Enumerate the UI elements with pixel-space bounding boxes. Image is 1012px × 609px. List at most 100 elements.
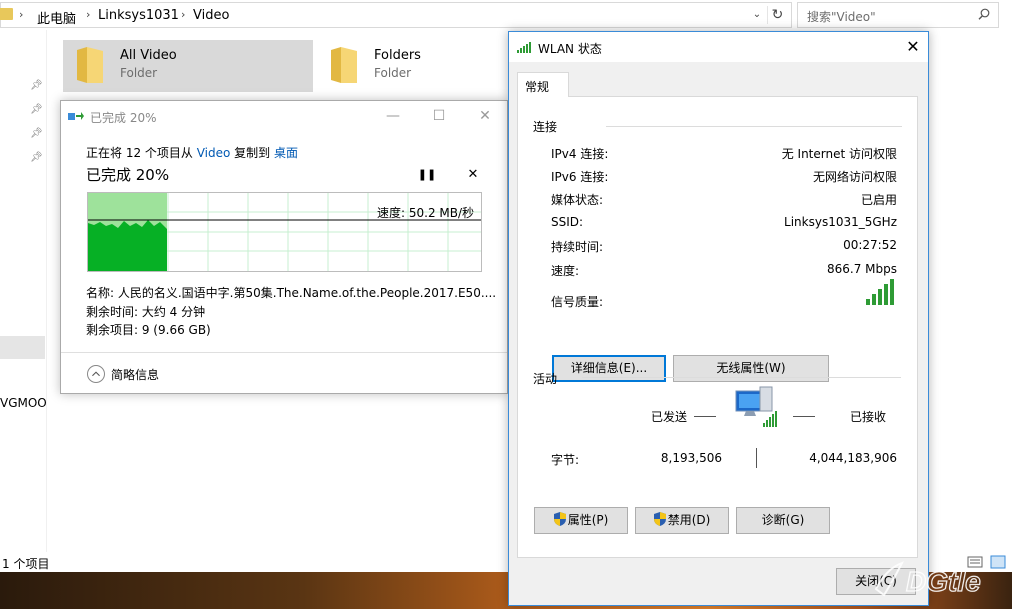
general-tab-panel: 连接 IPv4 连接: 无 Internet 访问权限 IPv6 连接: 无网络… xyxy=(517,96,918,558)
signal-strength-icon xyxy=(866,279,894,305)
disable-button[interactable]: 禁用(D) xyxy=(635,507,729,534)
time-remaining: 剩余时间: 大约 4 分钟 xyxy=(86,305,206,319)
ipv6-value: 无网络访问权限 xyxy=(812,170,897,184)
diagnose-button[interactable]: 诊断(G) xyxy=(736,507,830,534)
media-state-label: 媒体状态: xyxy=(551,193,604,207)
folder-tile-all-video[interactable]: All Video Folder xyxy=(63,40,313,92)
copy-progress-dialog: 已完成 20% — ☐ ✕ 正在将 12 个项目从 Video 复制到 桌面 已… xyxy=(60,100,508,394)
copy-icon xyxy=(68,112,84,120)
minimize-icon[interactable]: — xyxy=(378,105,408,127)
breadcrumb-separator-icon: › xyxy=(181,8,186,21)
breadcrumb-video[interactable]: Video xyxy=(193,8,229,23)
speed-value: 866.7 Mbps xyxy=(826,262,897,276)
divider xyxy=(694,416,716,417)
pin-icon[interactable]: 📌︎ xyxy=(30,104,43,116)
folder-name: Folders xyxy=(374,48,421,63)
pin-icon[interactable]: 📌︎ xyxy=(30,152,43,164)
dialog-title: 已完成 20% xyxy=(90,111,157,125)
ipv4-label: IPv4 连接: xyxy=(551,147,609,161)
dialog-titlebar[interactable]: 已完成 20% — ☐ ✕ xyxy=(61,101,507,131)
search-input[interactable]: 搜索"Video" xyxy=(797,2,999,28)
chevron-down-icon[interactable]: ⌄ xyxy=(749,7,765,23)
nav-item-selected[interactable] xyxy=(0,336,45,359)
ipv4-value: 无 Internet 访问权限 xyxy=(781,147,897,161)
desc-text: 复制到 xyxy=(230,146,274,160)
duration-value: 00:27:52 xyxy=(843,238,897,252)
signal-bar xyxy=(872,294,876,305)
folder-type: Folder xyxy=(120,66,158,80)
ssid-value: Linksys1031_5GHz xyxy=(784,215,897,229)
signal-quality-label: 信号质量: xyxy=(551,295,604,309)
folder-type: Folder xyxy=(374,66,412,80)
items-remaining: 剩余项目: 9 (9.66 GB) xyxy=(86,323,211,337)
fewer-details-button[interactable]: 简略信息 xyxy=(111,366,159,383)
dialog-title: WLAN 状态 xyxy=(538,42,602,56)
pin-icon[interactable]: 📌︎ xyxy=(30,128,43,140)
ssid-label: SSID: xyxy=(551,215,584,229)
desc-text: 正在将 12 个项目从 xyxy=(86,146,197,160)
signal-bar xyxy=(866,299,870,305)
breadcrumb-linksys[interactable]: Linksys1031 xyxy=(98,8,179,23)
divider xyxy=(793,416,815,417)
signal-bar xyxy=(890,279,894,305)
copy-description: 正在将 12 个项目从 Video 复制到 桌面 xyxy=(86,144,298,161)
pin-icon[interactable]: 📌︎ xyxy=(30,80,43,92)
dialog-titlebar[interactable]: WLAN 状态 ✕ xyxy=(509,32,928,62)
nav-item-label[interactable]: VGMOO xyxy=(0,396,46,410)
disable-label: 禁用(D) xyxy=(667,513,711,527)
folder-icon xyxy=(77,47,103,83)
breadcrumb-separator-icon: › xyxy=(86,8,91,21)
signal-bar xyxy=(878,289,882,305)
throughput-area xyxy=(88,220,167,271)
breadcrumb-this-pc[interactable]: 此电脑 xyxy=(37,8,76,27)
folder-icon xyxy=(331,47,357,83)
signal-bar xyxy=(884,284,888,305)
dialog-footer: 简略信息 xyxy=(61,352,507,393)
watermark-text: DGtle xyxy=(906,566,981,597)
wlan-status-dialog: WLAN 状态 ✕ 常规 连接 IPv4 连接: 无 Internet 访问权限… xyxy=(508,31,929,606)
chevron-up-icon[interactable] xyxy=(87,365,105,383)
media-state-value: 已启用 xyxy=(860,193,897,207)
divider xyxy=(606,126,902,127)
file-name-line: 名称: 人民的名义.国语中字.第50集.The.Name.of.the.Peop… xyxy=(86,286,497,300)
divider xyxy=(582,377,901,378)
sent-label: 已发送 xyxy=(651,410,688,424)
address-bar[interactable]: › 此电脑 › Linksys1031 › Video ⌄ ↻ xyxy=(0,2,792,28)
watermark-logo: DGtle xyxy=(874,561,981,598)
duration-label: 持续时间: xyxy=(551,240,604,254)
breadcrumb-separator-icon: › xyxy=(19,8,24,21)
bytes-sent: 8,193,506 xyxy=(660,451,722,465)
progress-label: 已完成 20% xyxy=(86,166,170,184)
search-placeholder: 搜索"Video" xyxy=(807,10,876,24)
tab-label: 常规 xyxy=(525,80,550,94)
transfer-speed: 速度: 50.2 MB/秒 xyxy=(377,206,475,220)
speed-label: 速度: xyxy=(551,264,580,278)
properties-label: 属性(P) xyxy=(567,513,609,527)
tab-general[interactable]: 常规 xyxy=(517,72,569,97)
received-label: 已接收 xyxy=(850,410,887,424)
close-icon[interactable]: ✕ xyxy=(470,105,500,127)
activity-header: 活动 xyxy=(533,372,558,386)
shield-icon xyxy=(653,512,666,526)
pause-button[interactable]: ❚❚ xyxy=(417,167,437,183)
divider xyxy=(756,448,757,468)
folder-name: All Video xyxy=(120,48,177,63)
maximize-icon[interactable]: ☐ xyxy=(424,105,454,127)
destination-link[interactable]: 桌面 xyxy=(274,146,298,160)
cancel-copy-button[interactable]: ✕ xyxy=(463,167,483,183)
bytes-received: 4,044,183,906 xyxy=(809,451,897,465)
close-icon[interactable]: ✕ xyxy=(898,35,928,59)
connection-header: 连接 xyxy=(533,120,558,134)
folder-icon xyxy=(0,8,13,20)
network-computer-icon xyxy=(735,386,777,427)
item-count: 1 个项目 xyxy=(2,557,50,571)
source-link[interactable]: Video xyxy=(197,146,231,160)
navigation-pane: 📌︎ 📌︎ 📌︎ 📌︎ VGMOO xyxy=(0,30,47,573)
bytes-label: 字节: xyxy=(551,453,580,467)
refresh-icon[interactable]: ↻ xyxy=(767,6,787,24)
ipv6-label: IPv6 连接: xyxy=(551,170,609,184)
search-icon xyxy=(978,8,990,20)
wifi-signal-icon xyxy=(517,42,531,53)
shield-icon xyxy=(553,512,566,526)
properties-button[interactable]: 属性(P) xyxy=(534,507,628,534)
